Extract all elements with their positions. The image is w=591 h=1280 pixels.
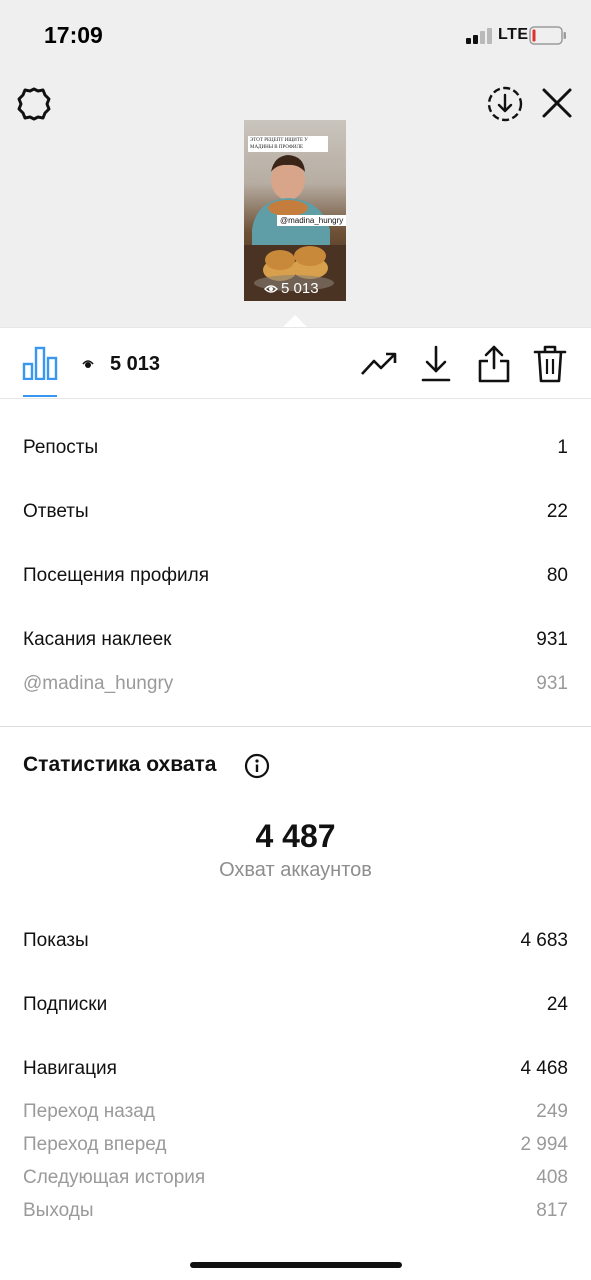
share-icon[interactable] [477, 344, 511, 384]
status-time: 17:09 [44, 22, 103, 48]
preview-view-count: 5 013 [281, 280, 319, 297]
metric-value: 817 [536, 1200, 568, 1221]
gear-icon[interactable] [16, 86, 52, 122]
list-item: Навигация 4 468 [23, 1058, 568, 1086]
metric-value: 80 [546, 565, 568, 586]
active-tab-indicator [23, 395, 57, 397]
metric-value: 931 [536, 673, 568, 694]
mention-sticker: @madina_hungry [277, 215, 346, 226]
download-icon[interactable] [420, 345, 452, 383]
list-item: Переход назад 249 [23, 1101, 568, 1129]
signal-icon [466, 28, 492, 44]
view-count: 5 013 [110, 353, 161, 375]
metric-value: 2 994 [520, 1134, 568, 1155]
home-indicator[interactable] [190, 1262, 402, 1268]
list-item: Переход вперед 2 994 [23, 1134, 568, 1162]
list-item: Подписки 24 [23, 994, 568, 1022]
metric-label: Касания наклеек [23, 629, 172, 650]
close-icon[interactable] [540, 86, 574, 120]
metric-value: 1 [557, 437, 568, 458]
story-thumbnail[interactable]: ЭТОТ РЕЦЕПТ ИЩИТЕ У МАДИНЫ В ПРОФИЛЕ @ma… [244, 120, 346, 301]
accounts-reached-value: 4 487 [255, 818, 336, 854]
metric-label: Подписки [23, 994, 108, 1015]
trend-icon[interactable] [360, 348, 398, 380]
network-type: LTE [498, 26, 529, 43]
section-title: Статистика охвата [23, 753, 217, 776]
eye-icon [82, 360, 94, 368]
trash-icon[interactable] [533, 344, 567, 384]
metric-value: 4 683 [520, 930, 568, 951]
metric-label: Выходы [23, 1200, 94, 1221]
list-item: Выходы 817 [23, 1200, 568, 1228]
list-item: Ответы 22 [23, 501, 568, 529]
metric-label: Переход назад [23, 1101, 155, 1122]
metric-label: Переход вперед [23, 1134, 167, 1155]
section-divider [0, 726, 591, 727]
metric-value: 408 [536, 1167, 568, 1188]
info-icon[interactable] [244, 753, 270, 779]
list-item: @madina_hungry 931 [23, 673, 568, 701]
story-photo [244, 155, 346, 301]
metric-label: Ответы [23, 501, 89, 522]
battery-icon [529, 26, 566, 45]
metric-label: Навигация [23, 1058, 117, 1079]
list-item: Следующая история 408 [23, 1167, 568, 1195]
metric-label: Посещения профиля [23, 565, 209, 586]
list-item: Посещения профиля 80 [23, 565, 568, 593]
list-item: Репосты 1 [23, 437, 568, 465]
metric-label: Показы [23, 930, 89, 951]
save-download-icon[interactable] [486, 85, 524, 123]
metric-value: 24 [546, 994, 568, 1015]
accounts-reached-label: Охват аккаунтов [219, 859, 372, 881]
list-item: Показы 4 683 [23, 930, 568, 958]
metric-label: @madina_hungry [23, 673, 174, 694]
bar-chart-icon[interactable] [22, 346, 58, 380]
metric-value: 249 [536, 1101, 568, 1122]
metric-label: Репосты [23, 437, 99, 458]
metric-label: Следующая история [23, 1167, 206, 1188]
metric-value: 22 [546, 501, 568, 522]
insights-toolbar: 5 013 [0, 327, 591, 399]
list-item: Касания наклеек 931 [23, 629, 568, 657]
metric-value: 931 [536, 629, 568, 650]
metric-value: 4 468 [520, 1058, 568, 1079]
story-header: 17:09 LTE ЭТОТ РЕЦЕПТ ИЩИТЕ У МАДИНЫ В П… [0, 0, 591, 329]
eye-icon [264, 285, 278, 293]
